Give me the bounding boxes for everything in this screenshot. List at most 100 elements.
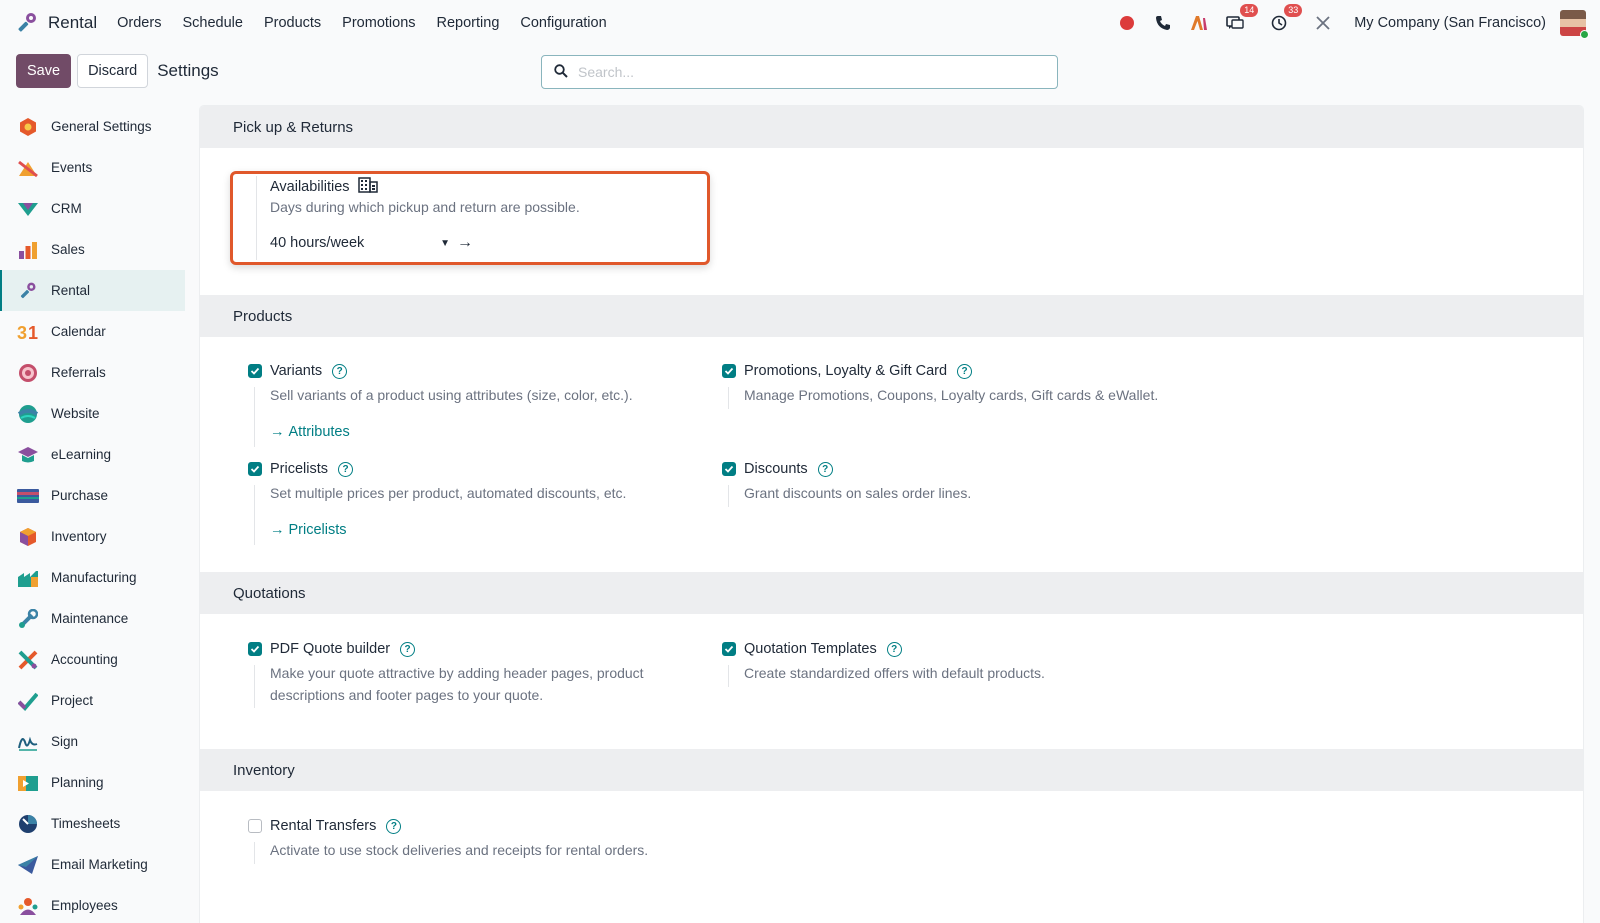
sidebar-item-accounting[interactable]: Accounting — [0, 639, 185, 680]
sidebar-item-calendar[interactable]: 31 Calendar — [0, 311, 185, 352]
menu-promotions[interactable]: Promotions — [342, 15, 415, 31]
sidebar-item-crm[interactable]: CRM — [0, 188, 185, 229]
sign-icon — [17, 731, 39, 753]
menu-configuration[interactable]: Configuration — [520, 15, 606, 31]
activities-badge: 33 — [1284, 4, 1303, 17]
pricelists-description: Set multiple prices per product, automat… — [270, 485, 627, 501]
rental-transfers-checkbox[interactable] — [248, 819, 262, 833]
help-icon[interactable]: ? — [817, 461, 833, 477]
section-pickup: Availabilities Days during which pickup … — [200, 148, 1583, 295]
help-icon[interactable]: ? — [886, 641, 902, 657]
chevron-down-icon: ▼ — [440, 237, 450, 249]
section-header-quotations: Quotations — [200, 572, 1583, 614]
sidebar-item-events[interactable]: Events — [0, 147, 185, 188]
open-record-arrow-icon[interactable]: → — [457, 234, 473, 252]
record-icon[interactable] — [1116, 12, 1138, 34]
discounts-title: Discounts — [744, 461, 808, 477]
top-navbar: Rental Orders Schedule Products Promotio… — [0, 0, 1600, 46]
control-panel: Save Discard Settings — [16, 54, 219, 88]
promotions-checkbox[interactable] — [722, 364, 736, 378]
menu-schedule[interactable]: Schedule — [182, 15, 242, 31]
variants-checkbox[interactable] — [248, 364, 262, 378]
help-icon[interactable]: ? — [957, 363, 973, 379]
sidebar-item-manufacturing[interactable]: Manufacturing — [0, 557, 185, 598]
clock-icon[interactable]: 33 — [1268, 4, 1303, 34]
sidebar-item-label: General Settings — [51, 119, 152, 134]
help-icon[interactable]: ? — [338, 461, 354, 477]
menu-orders[interactable]: Orders — [117, 15, 161, 31]
general-settings-icon — [17, 116, 39, 138]
divider — [254, 842, 255, 864]
brand[interactable]: Rental — [14, 10, 97, 36]
rental-transfers-description: Activate to use stock deliveries and rec… — [270, 842, 649, 858]
search-input[interactable] — [578, 64, 1045, 80]
sidebar-item-purchase[interactable]: Purchase — [0, 475, 185, 516]
sidebar-item-employees[interactable]: Employees — [0, 885, 185, 923]
help-icon[interactable]: ? — [332, 363, 348, 379]
sidebar-item-website[interactable]: Website — [0, 393, 185, 434]
menu-products[interactable]: Products — [264, 15, 321, 31]
main-menu: Orders Schedule Products Promotions Repo… — [117, 15, 607, 31]
help-icon[interactable]: ? — [400, 641, 416, 657]
sidebar-item-elearning[interactable]: eLearning — [0, 434, 185, 475]
tools-icon[interactable] — [1312, 12, 1334, 34]
messages-icon[interactable]: 14 — [1224, 4, 1259, 34]
rental-key-icon — [14, 10, 40, 36]
svg-text:3: 3 — [17, 323, 27, 342]
user-avatar[interactable] — [1560, 10, 1589, 39]
menu-reporting[interactable]: Reporting — [437, 15, 500, 31]
setting-rental-transfers: Rental Transfers ? Activate to use stock… — [248, 818, 649, 864]
sidebar-item-label: eLearning — [51, 447, 112, 462]
pdf-quote-builder-description: Make your quote attractive by adding hea… — [270, 663, 644, 706]
pdf-quote-builder-description-line2: descriptions and footer pages to your qu… — [270, 686, 544, 703]
quotation-templates-description: Create standardized offers with default … — [744, 665, 1045, 681]
sidebar-item-label: Calendar — [51, 324, 106, 339]
sidebar-item-sign[interactable]: Sign — [0, 721, 185, 762]
quotation-templates-checkbox[interactable] — [722, 642, 736, 656]
working-hours-select[interactable]: 40 hours/week ▼ — [270, 235, 450, 251]
promotions-description: Manage Promotions, Coupons, Loyalty card… — [744, 387, 1159, 403]
divider — [254, 485, 255, 545]
systray: 14 33 My Company (San Francisco) — [1116, 4, 1589, 39]
company-switcher[interactable]: My Company (San Francisco) — [1354, 15, 1546, 31]
save-button[interactable]: Save — [16, 54, 72, 88]
sidebar-item-sales[interactable]: Sales — [0, 229, 185, 270]
sidebar-item-inventory[interactable]: Inventory — [0, 516, 185, 557]
setting-quotation-templates: Quotation Templates ? Create standardize… — [722, 641, 1045, 687]
purchase-icon — [17, 485, 39, 507]
calendar-icon: 31 — [17, 321, 39, 343]
discounts-description: Grant discounts on sales order lines. — [744, 485, 972, 501]
help-icon[interactable]: ? — [386, 818, 402, 834]
setting-pricelists: Pricelists ? Set multiple prices per pro… — [248, 461, 627, 545]
pricelists-link[interactable]: → Pricelists — [270, 522, 626, 538]
sidebar-item-label: Sales — [51, 242, 85, 257]
planning-icon — [17, 772, 39, 794]
ai-icon[interactable] — [1188, 12, 1210, 34]
sidebar-item-planning[interactable]: Planning — [0, 762, 185, 803]
setting-pdf-quote-builder: PDF Quote builder ? Make your quote attr… — [248, 641, 644, 708]
website-icon — [17, 403, 39, 425]
page-title: Settings — [157, 61, 219, 80]
section-header-inventory: Inventory — [200, 749, 1583, 791]
phone-icon[interactable] — [1152, 12, 1174, 34]
sidebar-item-label: CRM — [51, 201, 82, 216]
pricelists-checkbox[interactable] — [248, 462, 262, 476]
discounts-checkbox[interactable] — [722, 462, 736, 476]
sidebar-item-referrals[interactable]: Referrals — [0, 352, 185, 393]
sidebar-item-label: Events — [51, 160, 93, 175]
sidebar-item-label: Manufacturing — [51, 570, 137, 585]
sidebar-item-project[interactable]: Project — [0, 680, 185, 721]
discard-button[interactable]: Discard — [77, 54, 149, 88]
sidebar-item-rental[interactable]: Rental — [0, 270, 185, 311]
sidebar-item-email-marketing[interactable]: Email Marketing — [0, 844, 185, 885]
app-name: Rental — [48, 13, 98, 32]
sidebar-item-maintenance[interactable]: Maintenance — [0, 598, 185, 639]
sidebar-item-general-settings[interactable]: General Settings — [0, 106, 185, 147]
sidebar-item-label: Maintenance — [51, 611, 129, 626]
attributes-link[interactable]: → Attributes — [270, 424, 633, 440]
sidebar-item-timesheets[interactable]: Timesheets — [0, 803, 185, 844]
pdf-quote-builder-checkbox[interactable] — [248, 642, 262, 656]
section-header-pickup: Pick up & Returns — [200, 106, 1583, 148]
sidebar-item-label: Sign — [51, 734, 79, 749]
messages-badge: 14 — [1240, 4, 1259, 17]
